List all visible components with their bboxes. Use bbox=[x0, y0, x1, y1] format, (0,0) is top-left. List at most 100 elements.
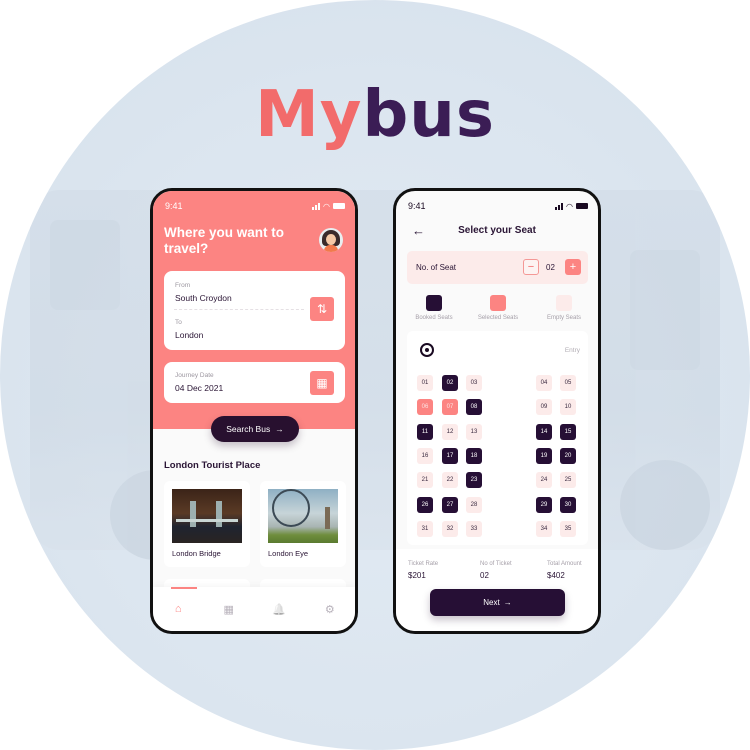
to-field[interactable]: London bbox=[175, 330, 203, 340]
back-arrow-icon[interactable]: ← bbox=[412, 223, 425, 238]
seat-33[interactable]: 33 bbox=[466, 520, 482, 537]
steering-wheel-icon bbox=[420, 343, 434, 357]
tab-notifications[interactable]: 🔔 bbox=[267, 597, 291, 621]
to-label: To bbox=[175, 319, 182, 326]
tab-dashboard[interactable]: ▦ bbox=[217, 597, 241, 621]
seat-07[interactable]: 07 bbox=[442, 399, 458, 416]
wifi-icon: ◠ bbox=[566, 201, 573, 211]
home-icon: ⌂ bbox=[174, 603, 182, 615]
seat-05[interactable]: 05 bbox=[560, 375, 576, 391]
booking-summary: Ticket Rate $201 No of Ticket 02 Total A… bbox=[396, 549, 598, 631]
date-field[interactable]: 04 Dec 2021 bbox=[175, 383, 223, 393]
grid-icon: ▦ bbox=[223, 603, 234, 616]
entry-label: Entry bbox=[564, 347, 580, 354]
seat-13[interactable]: 13 bbox=[466, 423, 482, 440]
place-name: London Bridge bbox=[172, 549, 221, 558]
swap-button[interactable]: ⇅ bbox=[310, 297, 334, 321]
seat-25[interactable]: 25 bbox=[560, 472, 576, 489]
seat-06[interactable]: 06 bbox=[417, 399, 433, 416]
seat-34[interactable]: 34 bbox=[536, 520, 552, 537]
seat-17: 17 bbox=[442, 447, 458, 464]
seat-28[interactable]: 28 bbox=[466, 496, 482, 513]
section-title: London Tourist Place bbox=[164, 460, 261, 471]
search-bus-button[interactable]: Search Bus → bbox=[211, 416, 299, 442]
calendar-button[interactable]: ▦ bbox=[310, 371, 334, 395]
hero-header: 9:41 ◠ Where you want to travel? From So… bbox=[153, 191, 355, 429]
seat-01[interactable]: 01 bbox=[417, 375, 433, 391]
seat-count-row: No. of Seat − 02 + bbox=[407, 251, 588, 284]
signal-icon bbox=[555, 202, 564, 210]
page-title: Where you want to travel? bbox=[164, 225, 285, 256]
arrow-right-icon: → bbox=[275, 424, 284, 434]
legend-empty: Empty Seats bbox=[534, 295, 594, 321]
seat-27: 27 bbox=[442, 496, 458, 513]
seat-29: 29 bbox=[536, 496, 552, 513]
increment-button[interactable]: + bbox=[565, 259, 581, 275]
battery-icon bbox=[576, 203, 588, 209]
seat-14: 14 bbox=[536, 423, 552, 440]
tab-home[interactable]: ⌂ bbox=[166, 597, 190, 621]
status-bar: 9:41 ◠ bbox=[165, 200, 345, 212]
wifi-icon: ◠ bbox=[323, 201, 330, 211]
seat-20: 20 bbox=[560, 447, 576, 464]
seat-26: 26 bbox=[417, 496, 433, 513]
seat-16[interactable]: 16 bbox=[417, 447, 433, 464]
place-card-london-eye[interactable]: London Eye bbox=[260, 481, 346, 567]
page-title: Select your Seat bbox=[458, 225, 536, 236]
bus-background-image bbox=[30, 190, 720, 560]
divider bbox=[174, 309, 304, 310]
empty-swatch bbox=[556, 295, 572, 311]
place-card-london-bridge[interactable]: London Bridge bbox=[164, 481, 250, 567]
bell-icon: 🔔 bbox=[272, 603, 287, 616]
ticket-rate: Ticket Rate $201 bbox=[408, 561, 439, 580]
seat-08: 08 bbox=[466, 399, 482, 416]
avatar[interactable] bbox=[319, 228, 343, 252]
booked-swatch bbox=[426, 295, 442, 311]
seat-selection-phone: 9:41 ◠ Select your Seat ← No. of Seat − … bbox=[393, 188, 601, 634]
bus-window bbox=[50, 220, 120, 310]
journey-date-card[interactable]: Journey Date 04 Dec 2021 ▦ bbox=[164, 362, 345, 403]
seat-23: 23 bbox=[466, 472, 482, 489]
seat-11: 11 bbox=[417, 423, 433, 440]
home-screen-phone: 9:41 ◠ Where you want to travel? From So… bbox=[150, 188, 358, 634]
place-name: London Eye bbox=[268, 549, 309, 558]
bus-window bbox=[630, 250, 700, 370]
seat-02: 02 bbox=[442, 375, 458, 391]
seat-31[interactable]: 31 bbox=[417, 520, 433, 537]
decrement-button[interactable]: − bbox=[523, 259, 539, 275]
seat-03[interactable]: 03 bbox=[466, 375, 482, 391]
from-label: From bbox=[175, 282, 191, 289]
date-label: Journey Date bbox=[175, 372, 214, 379]
seat-22[interactable]: 22 bbox=[442, 472, 458, 489]
route-card: From South Croydon To London ⇅ bbox=[164, 271, 345, 350]
seat-count-value: 02 bbox=[546, 263, 555, 272]
seat-map: Entry 01 02 03 04 05 06 07 08 09 10 11 12 13 14 15 16 17… bbox=[407, 331, 588, 545]
seat-35[interactable]: 35 bbox=[560, 520, 576, 537]
battery-icon bbox=[333, 203, 345, 209]
active-tab-indicator bbox=[171, 587, 197, 589]
status-time: 9:41 bbox=[165, 201, 183, 211]
seat-30: 30 bbox=[560, 496, 576, 513]
seat-24[interactable]: 24 bbox=[536, 472, 552, 489]
bottom-tab-bar: ⌂ ▦ 🔔 ⚙ bbox=[153, 587, 355, 631]
seat-10[interactable]: 10 bbox=[560, 399, 576, 416]
seat-09[interactable]: 09 bbox=[536, 399, 552, 416]
seat-12[interactable]: 12 bbox=[442, 423, 458, 440]
seat-21[interactable]: 21 bbox=[417, 472, 433, 489]
seat-32[interactable]: 32 bbox=[442, 520, 458, 537]
status-time: 9:41 bbox=[408, 201, 426, 211]
from-field[interactable]: South Croydon bbox=[175, 293, 232, 303]
london-eye-image bbox=[268, 489, 338, 543]
bus-wheel bbox=[620, 460, 710, 550]
seat-15: 15 bbox=[560, 423, 576, 440]
signal-icon bbox=[312, 202, 321, 210]
arrow-right-icon: → bbox=[503, 598, 512, 607]
legend-selected: Selected Seats bbox=[468, 295, 528, 321]
calendar-icon: ▦ bbox=[316, 376, 328, 390]
seat-18: 18 bbox=[466, 447, 482, 464]
total-amount: Total Amount $402 bbox=[547, 561, 582, 580]
seat-04[interactable]: 04 bbox=[536, 375, 552, 391]
selected-swatch bbox=[490, 295, 506, 311]
next-button[interactable]: Next → bbox=[430, 589, 565, 616]
tab-settings[interactable]: ⚙ bbox=[318, 597, 342, 621]
